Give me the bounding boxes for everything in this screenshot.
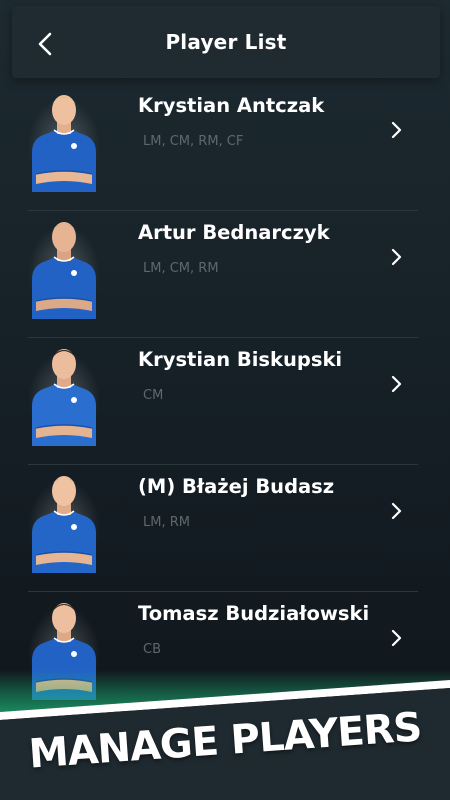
player-photo — [28, 349, 100, 446]
player-row[interactable]: Artur Bednarczyk LM, CM, RM — [0, 211, 450, 338]
player-photo — [28, 95, 100, 192]
player-photo — [28, 222, 100, 319]
player-name: Krystian Antczak — [138, 94, 325, 117]
chevron-right-icon — [391, 629, 402, 647]
player-list: Krystian Antczak LM, CM, RM, CF Artur Be… — [0, 84, 450, 719]
player-positions: CB — [143, 642, 161, 657]
player-name: Krystian Biskupski — [138, 348, 343, 371]
player-row[interactable]: Krystian Biskupski CM — [0, 338, 450, 465]
player-positions: LM, RM — [143, 515, 190, 530]
player-photo — [28, 476, 100, 573]
chevron-right-icon — [391, 121, 402, 139]
player-positions: LM, CM, RM, CF — [143, 134, 244, 149]
chevron-right-icon — [391, 502, 402, 520]
player-name: (M) Błażej Budasz — [138, 475, 335, 498]
page-title: Player List — [165, 30, 287, 54]
player-name: Tomasz Budziałowski — [138, 602, 370, 625]
chevron-right-icon — [391, 375, 402, 393]
header-bar: Player List — [12, 6, 440, 78]
chevron-right-icon — [391, 248, 402, 266]
player-name: Artur Bednarczyk — [138, 221, 330, 244]
player-row[interactable]: Krystian Antczak LM, CM, RM, CF — [0, 84, 450, 211]
player-positions: LM, CM, RM — [143, 261, 219, 276]
player-positions: CM — [143, 388, 164, 403]
player-row[interactable]: (M) Błażej Budasz LM, RM — [0, 465, 450, 592]
